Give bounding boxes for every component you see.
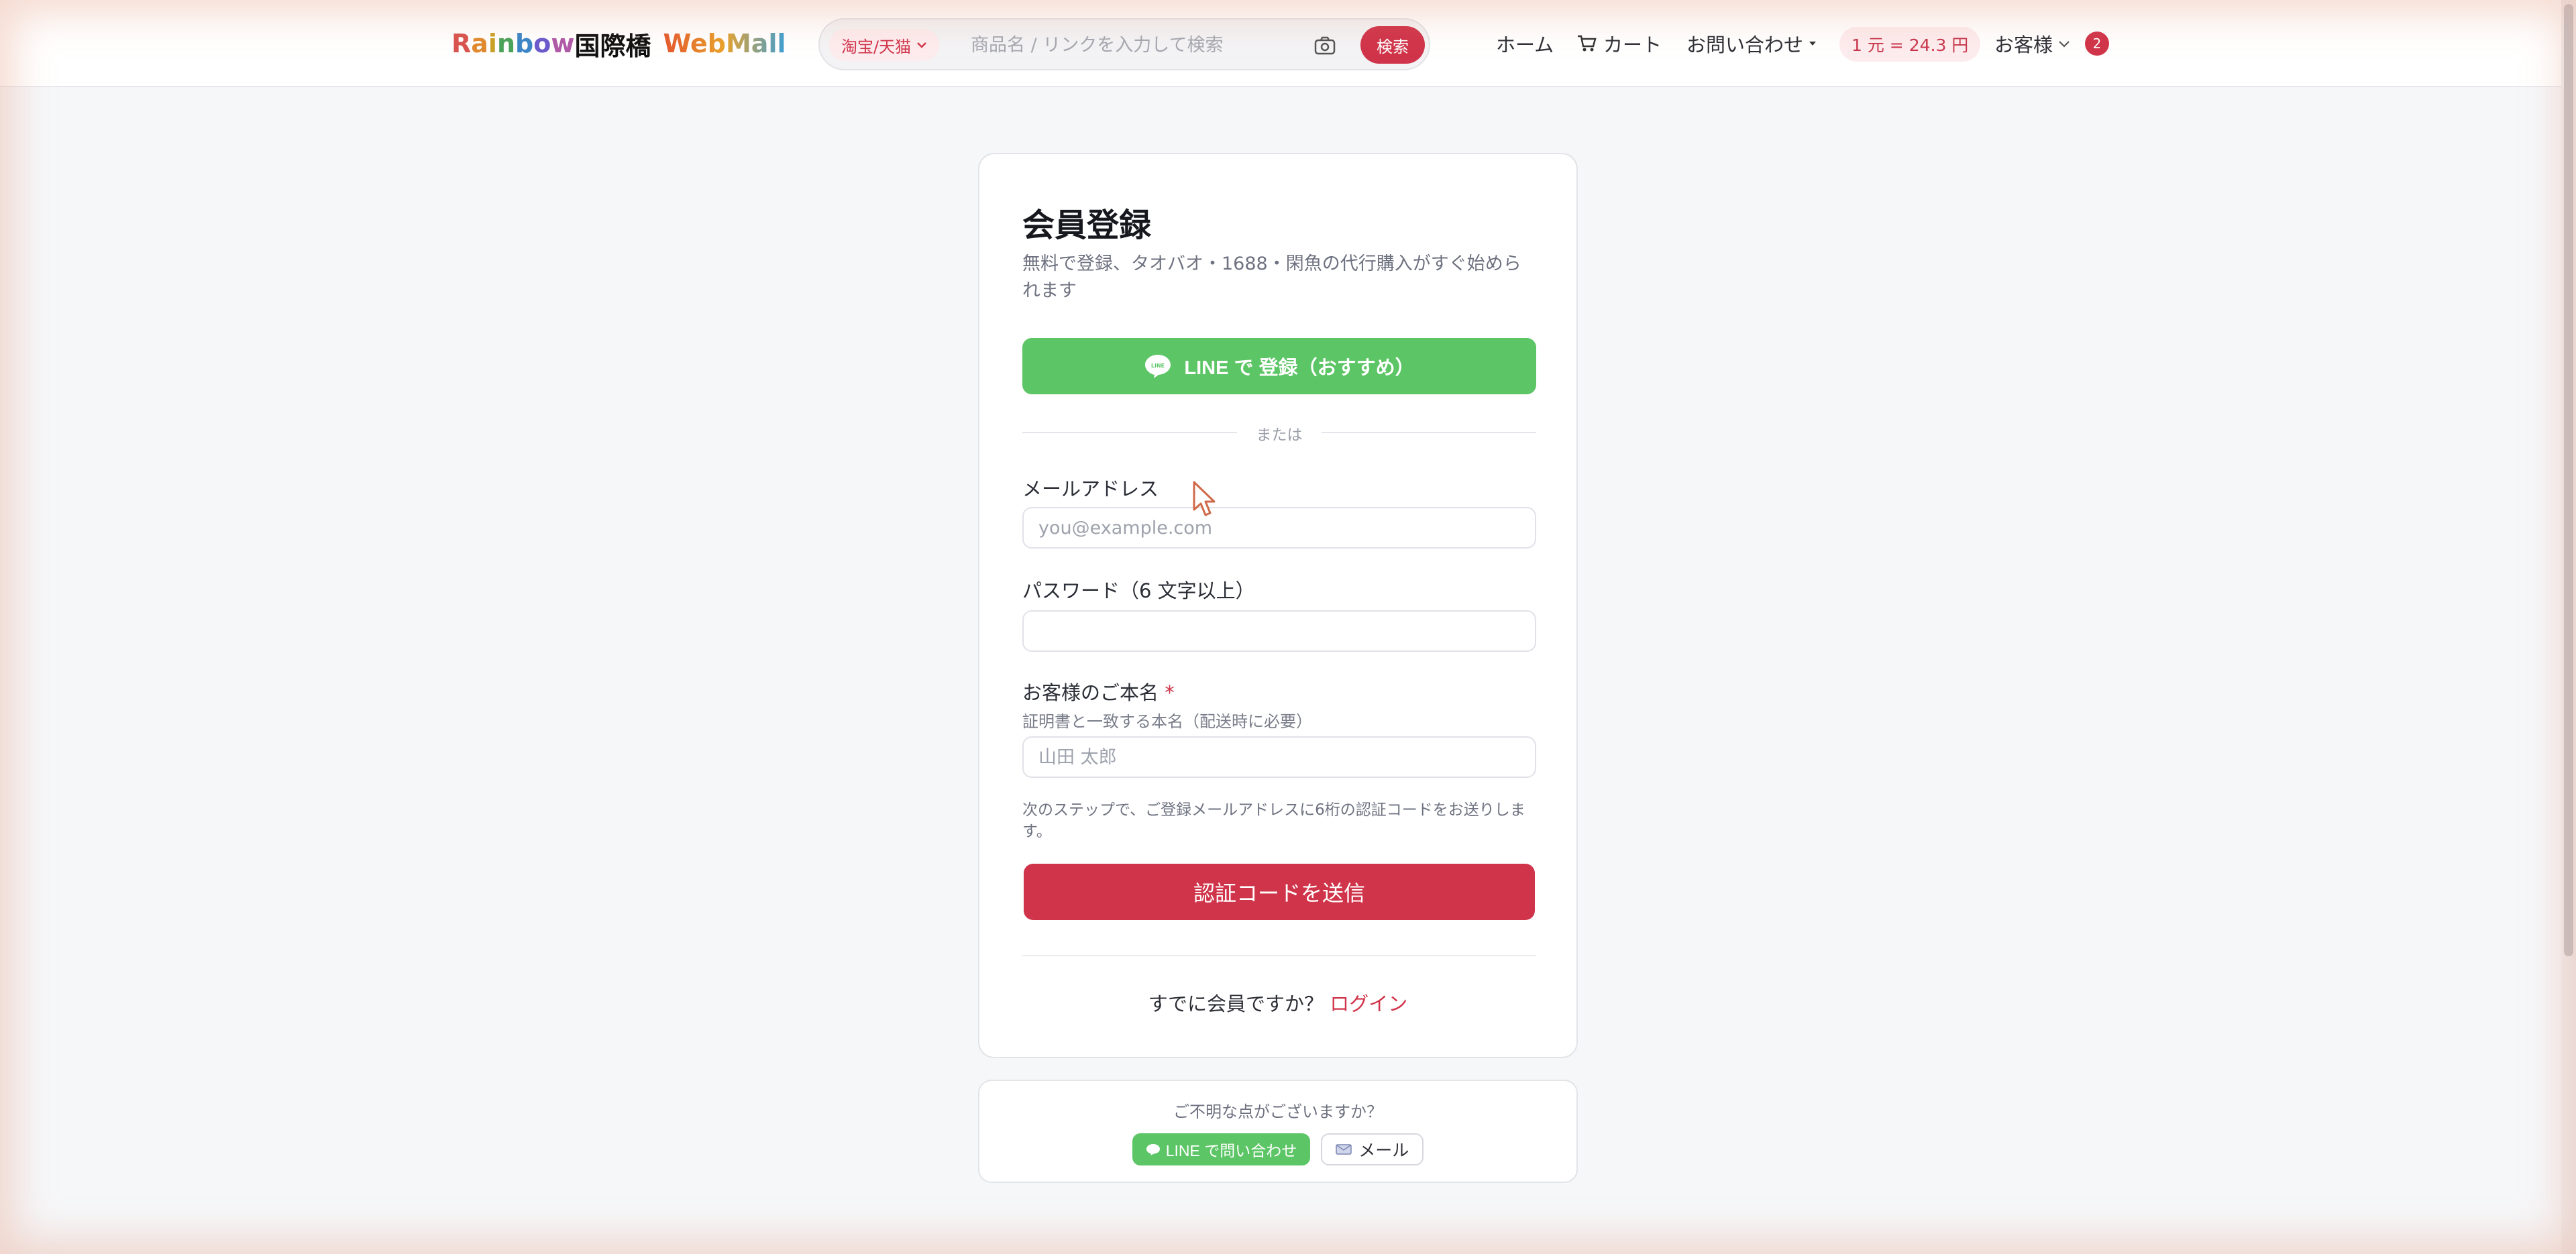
nav-contact-label: お問い合わせ [1686,34,1804,56]
send-code-button[interactable]: 認証コードを送信 [1024,864,1535,920]
scrollbar-thumb[interactable] [2564,4,2573,956]
exchange-rate-badge: 1 元 = 24.3 円 [1839,27,1981,62]
search-bar: 淘宝/天猫 検索 [818,18,1430,70]
logo-letter: n [496,29,516,58]
notification-badge[interactable]: 2 [2085,32,2110,56]
name-field[interactable] [1022,736,1536,778]
verification-note: 次のステップで、ご登録メールアドレスに6桁の認証コードをお送りします。 [1022,801,1525,840]
name-label: お客様のご本名 * [1022,677,1175,705]
logo-kanji: 国際橋 [574,31,651,61]
help-card: ご不明な点がございますか？ LINE で問い合わせ メール [978,1080,1578,1183]
name-label-text: お客様のご本名 [1022,681,1159,704]
platform-selector[interactable]: 淘宝/天猫 [829,29,940,61]
cursor-icon [1193,481,1216,516]
logo-letter: b [515,29,534,58]
svg-text:LINE: LINE [1151,363,1165,369]
page-scrollbar[interactable] [2561,0,2576,1254]
user-menu[interactable]: お客様 2 [1994,27,2110,60]
divider-line [1322,432,1536,433]
site-logo[interactable]: Rainbow 国際橋 WebMall [451,27,786,61]
logo-letter: w [551,29,575,58]
chat-icon [1146,1144,1160,1155]
nav-cart-label: カート [1603,34,1662,56]
logo-letter: i [488,29,497,58]
logo-letter: o [533,29,551,58]
line-signup-button[interactable]: LINE LINE で 登録（おすすめ） [1022,338,1536,394]
line-contact-label: LINE で問い合わせ [1165,1142,1297,1159]
chevron-down-icon [2059,41,2070,48]
search-button[interactable]: 検索 [1360,26,1425,64]
user-menu-label: お客様 [1994,34,2053,56]
line-signup-label: LINE で 登録（おすすめ） [1184,357,1415,379]
login-prompt: すでに会員ですか？ [1148,992,1324,1015]
logo-letter: a [471,29,488,58]
email-field[interactable] [1022,507,1536,549]
mail-contact-button[interactable]: メール [1321,1133,1424,1165]
camera-icon[interactable] [1313,36,1336,56]
or-divider: または [1022,419,1536,446]
password-label: パスワード（6 文字以上） [1022,579,1255,602]
help-buttons: LINE で問い合わせ メール [979,1133,1576,1165]
logo-webmall: WebMall [663,29,786,58]
divider-text: または [1256,426,1303,444]
mail-contact-label: メール [1358,1141,1409,1160]
line-contact-button[interactable]: LINE で問い合わせ [1132,1133,1311,1165]
logo-letter: R [451,29,472,58]
separator [1022,955,1536,956]
help-question: ご不明な点がございますか？ [1173,1102,1383,1121]
login-link[interactable]: ログイン [1330,992,1407,1015]
password-field[interactable] [1022,610,1536,652]
page-subtitle: 無料で登録、タオバオ・1688・閑魚の代行購入がすぐ始められます [1022,253,1521,301]
nav-cart[interactable]: カート [1576,27,1662,60]
name-hint: 証明書と一致する本名（配送時に必要） [1022,712,1312,731]
nav-home[interactable]: ホーム [1496,27,1554,60]
mail-icon [1336,1144,1352,1155]
email-label: メールアドレス [1022,477,1159,500]
login-prompt-row: すでに会員ですか？ ログイン [979,988,1576,1017]
required-mark: * [1165,681,1175,704]
cart-icon [1578,35,1597,52]
top-header: Rainbow 国際橋 WebMall 淘宝/天猫 検索 ホーム カート お問い… [0,0,2563,87]
signup-card: 会員登録 無料で登録、タオバオ・1688・閑魚の代行購入がすぐ始められます LI… [978,153,1578,1058]
nav-contact[interactable]: お問い合わせ [1686,27,1817,60]
caret-down-icon [1809,42,1817,46]
nav-home-label: ホーム [1496,34,1554,56]
page-title: 会員登録 [1022,207,1152,244]
search-input[interactable] [971,30,1306,60]
line-icon: LINE [1145,355,1171,378]
chevron-down-icon [917,42,926,48]
platform-label: 淘宝/天猫 [841,37,912,56]
